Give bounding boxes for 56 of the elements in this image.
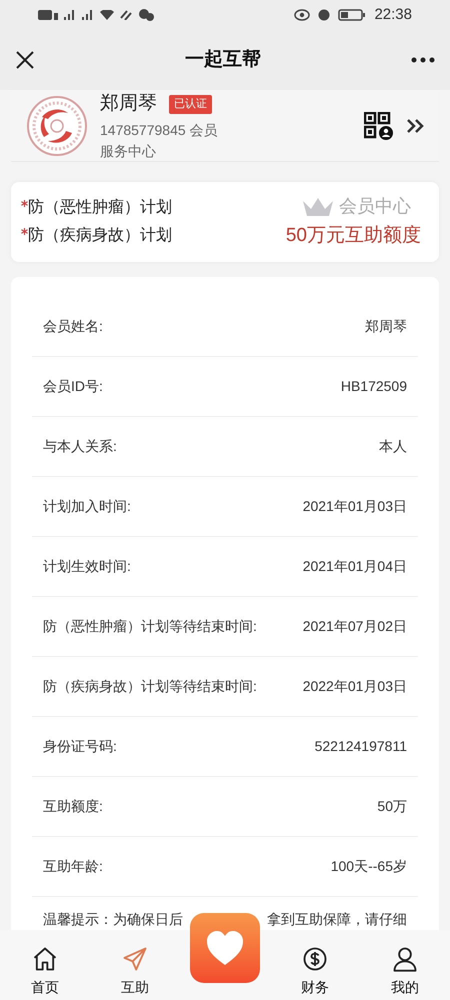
logo-icon (26, 94, 88, 156)
mutual-aid-amount: 50万元互助额度 (286, 224, 421, 248)
verified-badge: 已认证 (169, 95, 212, 114)
paper-plane-icon (121, 945, 149, 973)
field-label: 与本人关系: (43, 437, 117, 456)
field-value: 郑周琴 (365, 317, 407, 336)
status-time: 22:38 (374, 4, 412, 25)
member-name: 郑周琴 (100, 92, 157, 116)
dollar-coin-icon (301, 945, 329, 973)
eye-icon (294, 9, 310, 21)
user-icon (391, 945, 419, 973)
close-icon[interactable] (15, 50, 35, 70)
field-value: 100天--65岁 (330, 857, 407, 876)
wifi-icon (100, 10, 114, 20)
home-icon (31, 945, 59, 973)
field-value: 50万 (377, 797, 407, 816)
field-value: HB172509 (340, 377, 407, 396)
field-value: 2021年01月03日 (302, 497, 407, 516)
service-center-text: 服务中心 (100, 142, 157, 161)
more-icon[interactable] (411, 57, 435, 63)
crown-icon (301, 196, 335, 217)
tip-text: 温馨提示：为确保日后 (43, 910, 183, 929)
asterisk-icon (21, 200, 28, 207)
page-title: 一起互帮 (185, 48, 261, 72)
field-label: 会员ID号: (43, 377, 103, 396)
double-chevron-icon[interactable] (406, 118, 424, 134)
field-value: 2021年07月02日 (302, 617, 407, 636)
field-label: 互助额度: (43, 797, 103, 816)
field-label: 计划生效时间: (43, 557, 131, 576)
tab-item[interactable]: 互助 (90, 945, 180, 1000)
field-label: 防（疾病身故）计划等待结束时间: (43, 677, 257, 696)
field-label: 会员姓名: (43, 317, 103, 336)
tip-text: 拿到互助保障，请仔细 (267, 910, 407, 929)
plan-name: 防（恶性肿瘤）计划 (28, 198, 172, 218)
field-label: 计划加入时间: (43, 497, 131, 516)
qr-code-icon[interactable] (364, 112, 394, 140)
field-value: 本人 (379, 437, 407, 456)
tab-item[interactable]: 财务 (270, 945, 360, 1000)
field-label: 防（恶性肿瘤）计划等待结束时间: (43, 617, 257, 636)
chat-bubbles-icon (138, 9, 154, 21)
signal-icon (64, 10, 76, 20)
battery-icon (338, 9, 366, 21)
plan-name: 防（疾病身故）计划 (28, 226, 172, 246)
signal-icon (82, 10, 94, 20)
center-heart-button[interactable] (190, 913, 260, 983)
field-value: 2022年01月03日 (302, 677, 407, 696)
tab-item[interactable]: 我的 (360, 945, 450, 1000)
asterisk-icon (21, 228, 28, 235)
tab-item[interactable]: 首页 (0, 945, 90, 1000)
field-label: 身份证号码: (43, 737, 117, 756)
hd-icon (38, 10, 58, 20)
phone-text: 14785779845 会员 (100, 120, 219, 140)
field-label: 互助年龄: (43, 857, 103, 876)
field-value: 2021年01月04日 (302, 557, 407, 576)
slash-marks-icon (120, 10, 132, 20)
field-value: 522124197811 (314, 737, 407, 756)
